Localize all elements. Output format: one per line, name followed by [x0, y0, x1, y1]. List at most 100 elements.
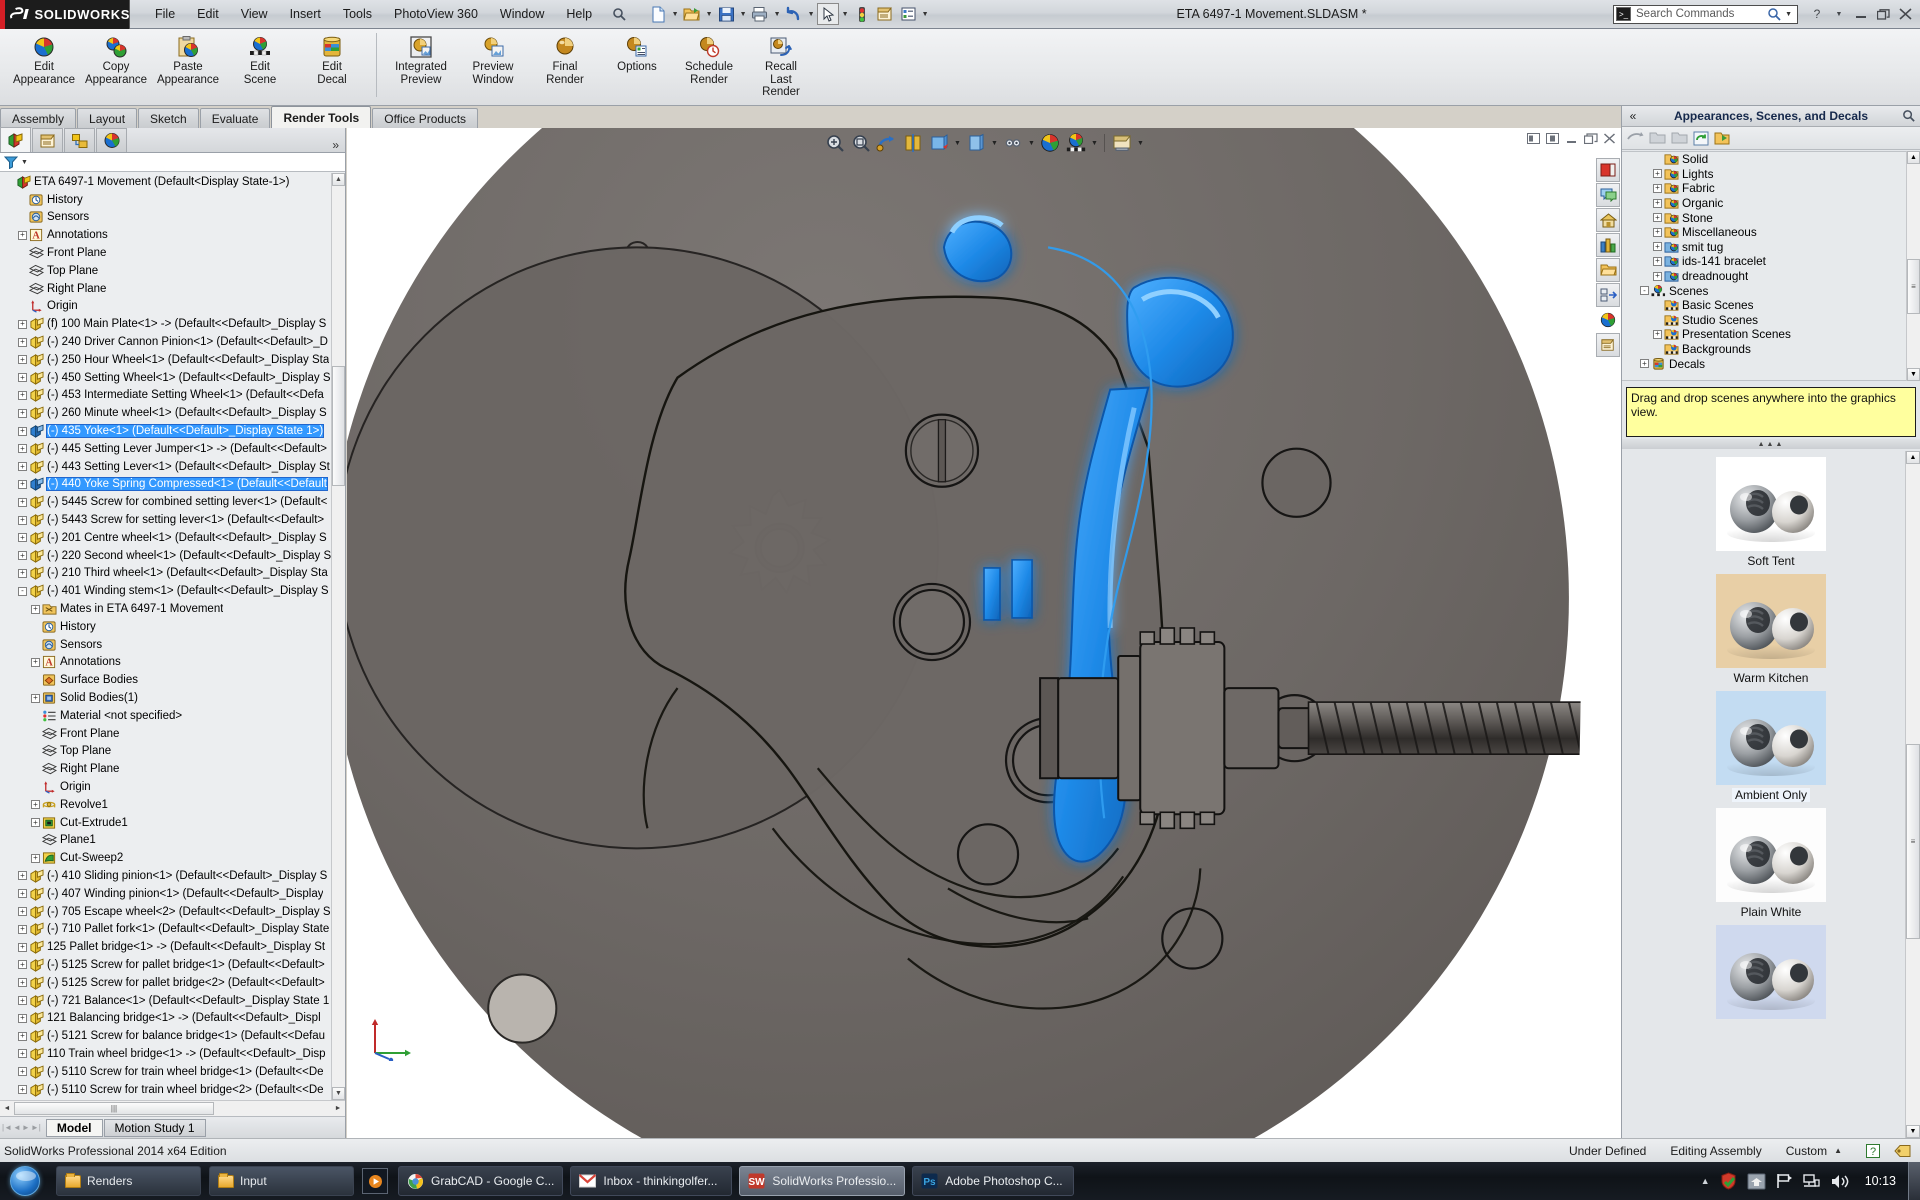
taskbar-group-input[interactable]: Input: [209, 1166, 354, 1196]
expand-toggle-icon[interactable]: +: [30, 604, 41, 615]
menu-edit[interactable]: Edit: [186, 4, 230, 24]
refresh-icon[interactable]: [1693, 131, 1709, 146]
undo-icon[interactable]: [783, 3, 805, 25]
scene-thumbnail-item[interactable]: Plain White: [1622, 802, 1920, 919]
tab-nav-buttons[interactable]: |◄ ◄ ► ►|: [0, 1123, 46, 1132]
restore-view-icon[interactable]: [1583, 132, 1598, 145]
copy-appearance-button[interactable]: CopyAppearance: [80, 29, 152, 86]
taskbar-groups[interactable]: Renders Input GrabCAD - Google C... Inbo…: [50, 1166, 1085, 1196]
expand-toggle-icon[interactable]: +: [17, 354, 28, 365]
scene-thumbnail-item[interactable]: Warm Kitchen: [1622, 568, 1920, 685]
collapse-task-pane-icon[interactable]: «: [1622, 109, 1644, 123]
expand-toggle-icon[interactable]: +: [17, 319, 28, 330]
task-pane-tree-scrollbar[interactable]: ▲ ≡ ▼: [1906, 151, 1920, 381]
expand-toggle-icon[interactable]: +: [17, 337, 28, 348]
appearances-scenes-decals-icon[interactable]: [1596, 308, 1620, 332]
task-pane-tree-row[interactable]: +Stone: [1622, 210, 1920, 225]
tab-render-tools[interactable]: Render Tools: [271, 106, 371, 128]
feature-tree-row[interactable]: ETA 6497-1 Movement (Default<Display Sta…: [0, 173, 345, 191]
edit-appearance-icon[interactable]: [1038, 131, 1062, 155]
prev-tab-icon[interactable]: ◄: [13, 1123, 21, 1132]
select-dropdown-icon[interactable]: ▼: [840, 3, 850, 25]
feature-tree-row[interactable]: +(-) 210 Third wheel<1> (Default<<Defaul…: [0, 565, 345, 583]
home-icon[interactable]: [1596, 208, 1620, 232]
preview-window-button[interactable]: PreviewWindow: [457, 29, 529, 86]
save-document-dropdown-icon[interactable]: ▼: [738, 3, 748, 25]
previous-view-icon[interactable]: [875, 131, 899, 155]
tab-model[interactable]: Model: [46, 1119, 103, 1137]
help-dropdown-icon[interactable]: ▼: [1828, 3, 1850, 25]
expand-toggle-icon[interactable]: -: [17, 586, 28, 597]
feature-tree-row[interactable]: Surface Bodies: [0, 671, 345, 689]
feature-tree-hscrollbar[interactable]: ◄ ||| ►: [0, 1100, 345, 1116]
scene-preview-image[interactable]: [1716, 574, 1826, 668]
taskbar-group-renders[interactable]: Renders: [56, 1166, 201, 1196]
feature-tree-row[interactable]: Origin: [0, 778, 345, 796]
scene-thumbnail-item[interactable]: Soft Tent: [1622, 451, 1920, 568]
feature-tree-row[interactable]: +(-) 5443 Screw for setting lever<1> (De…: [0, 511, 345, 529]
expand-toggle-icon[interactable]: +: [17, 977, 28, 988]
feature-tree-row[interactable]: History: [0, 618, 345, 636]
expand-toggle-icon[interactable]: +: [17, 1066, 28, 1077]
taskbar-clock[interactable]: 10:13: [1859, 1174, 1902, 1188]
feature-tree-row[interactable]: +Cut-Extrude1: [0, 814, 345, 832]
section-view-icon[interactable]: [901, 131, 925, 155]
last-tab-icon[interactable]: ►|: [31, 1123, 41, 1132]
feature-tree-row[interactable]: Sensors: [0, 209, 345, 227]
tag-icon[interactable]: [1894, 1144, 1912, 1158]
feature-tree-row[interactable]: +(-) 5121 Screw for balance bridge<1> (D…: [0, 1027, 345, 1045]
configuration-manager-tab[interactable]: [64, 128, 95, 152]
expand-toggle-icon[interactable]: +: [17, 372, 28, 383]
task-pane-splitter[interactable]: ▲▲▲: [1622, 439, 1920, 449]
render-options-button[interactable]: Options: [601, 29, 673, 74]
feature-tree-row[interactable]: Top Plane: [0, 743, 345, 761]
feature-tree-row[interactable]: +(-) 721 Balance<1> (Default<<Default>_D…: [0, 992, 345, 1010]
feature-tree-row[interactable]: +110 Train wheel bridge<1> -> (Default<<…: [0, 1045, 345, 1063]
expand-toggle-icon[interactable]: +: [17, 568, 28, 579]
expand-toggle-icon[interactable]: +: [30, 799, 41, 810]
view-settings-icon[interactable]: [1110, 131, 1134, 155]
taskbar-window-solidworks[interactable]: SW SolidWorks Professio...: [739, 1166, 905, 1196]
home-network-icon[interactable]: [1747, 1173, 1766, 1190]
menu-insert[interactable]: Insert: [279, 4, 332, 24]
expand-toggle-icon[interactable]: +: [1652, 241, 1663, 252]
graphics-side-toolbar[interactable]: [1596, 158, 1620, 357]
expand-toggle-icon[interactable]: +: [1652, 256, 1663, 267]
file-explorer-icon[interactable]: [1596, 258, 1620, 282]
expand-toggle-icon[interactable]: +: [17, 443, 28, 454]
zoom-to-area-icon[interactable]: [849, 131, 873, 155]
menu-photoview360[interactable]: PhotoView 360: [383, 4, 489, 24]
recall-last-render-button[interactable]: RecallLastRender: [745, 29, 817, 99]
task-pane-tree-row[interactable]: +Decals: [1622, 356, 1920, 371]
expand-toggle-icon[interactable]: +: [1652, 212, 1663, 223]
next-tab-icon[interactable]: ►: [22, 1123, 30, 1132]
open-document-icon[interactable]: [681, 3, 703, 25]
display-list-dropdown-icon[interactable]: ▼: [920, 3, 930, 25]
expand-toggle-icon[interactable]: +: [17, 550, 28, 561]
edit-appearance-button[interactable]: EditAppearance: [8, 29, 80, 86]
taskbar-window-inbox[interactable]: Inbox - thinkingolfer...: [570, 1166, 732, 1196]
view-palette-icon[interactable]: [1596, 283, 1620, 307]
menu-file[interactable]: File: [144, 4, 186, 24]
expand-toggle-icon[interactable]: +: [17, 515, 28, 526]
feature-tree-row[interactable]: +Revolve1: [0, 796, 345, 814]
feature-tree-row[interactable]: +(-) 240 Driver Cannon Pinion<1> (Defaul…: [0, 333, 345, 351]
expand-toggle-icon[interactable]: +: [17, 1084, 28, 1095]
task-pane-tree-row[interactable]: +smit tug: [1622, 240, 1920, 255]
search-icon[interactable]: [1767, 7, 1782, 21]
edit-scene-button[interactable]: EditScene: [224, 29, 296, 86]
tab-sketch[interactable]: Sketch: [138, 108, 199, 128]
feature-tree-row[interactable]: History: [0, 191, 345, 209]
rebuild-traffic-icon[interactable]: [851, 3, 873, 25]
units-dropdown-icon[interactable]: ▲: [1834, 1146, 1842, 1155]
scene-preview-image[interactable]: [1716, 925, 1826, 1019]
help-status-icon[interactable]: ?: [1866, 1144, 1880, 1158]
open-document-dropdown-icon[interactable]: ▼: [704, 3, 714, 25]
expand-toggle-icon[interactable]: +: [30, 817, 41, 828]
expand-toggle-icon[interactable]: +: [17, 479, 28, 490]
expand-toggle-icon[interactable]: +: [17, 906, 28, 917]
display-pane-icon[interactable]: [1596, 158, 1620, 182]
task-pane-tree-row[interactable]: +Organic: [1622, 196, 1920, 211]
scene-list-scrollbar[interactable]: ▲ ≡ ▼: [1905, 451, 1920, 1138]
open-library-icon[interactable]: [1714, 131, 1730, 146]
